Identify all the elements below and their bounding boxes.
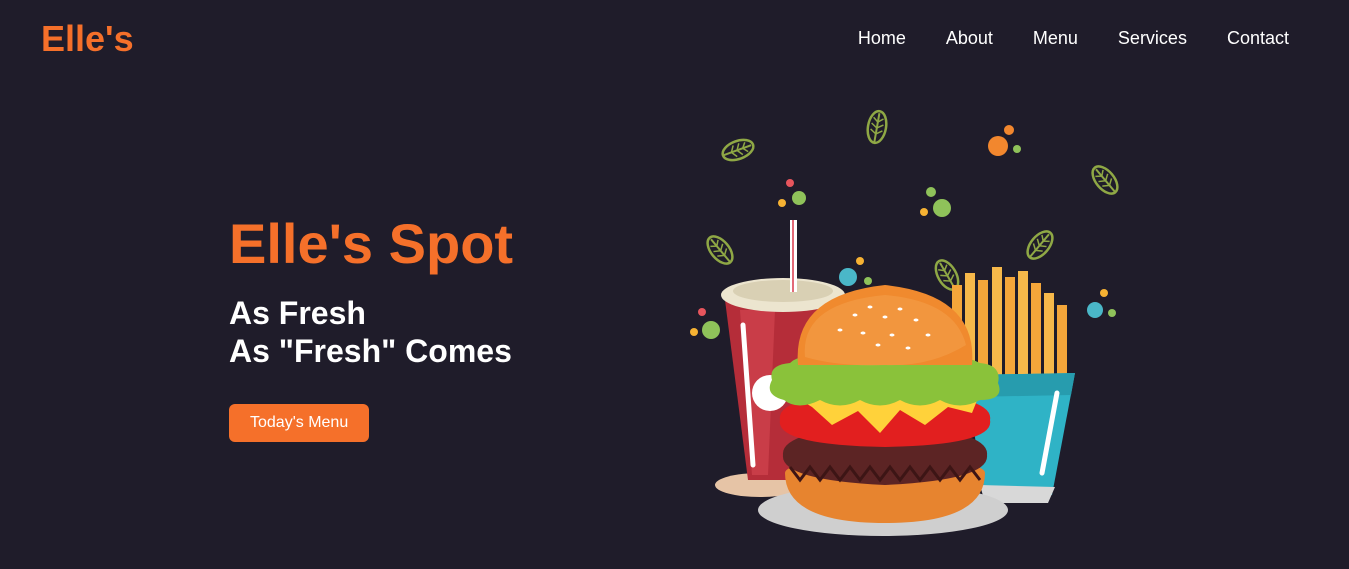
nav-menu[interactable]: Menu xyxy=(1033,28,1078,49)
todays-menu-button[interactable]: Today's Menu xyxy=(229,404,370,442)
site-logo[interactable]: Elle's xyxy=(41,18,134,60)
hero-section: Elle's Spot As Fresh As "Fresh" Comes To… xyxy=(229,212,513,442)
nav-about[interactable]: About xyxy=(946,28,993,49)
food-illustration xyxy=(690,108,1124,536)
hero-subtitle-line1: As Fresh xyxy=(229,295,366,331)
hero-subtitle-line2: As "Fresh" Comes xyxy=(229,333,512,369)
nav-services[interactable]: Services xyxy=(1118,28,1187,49)
hero-title: Elle's Spot xyxy=(229,212,514,275)
nav-home[interactable]: Home xyxy=(858,28,906,49)
hero-subtitle: As Fresh As "Fresh" Comes xyxy=(229,294,513,370)
main-nav: Home About Menu Services Contact xyxy=(858,28,1289,49)
nav-contact[interactable]: Contact xyxy=(1227,28,1289,49)
landing-page: Elle's Home About Menu Services Contact … xyxy=(0,0,1349,569)
